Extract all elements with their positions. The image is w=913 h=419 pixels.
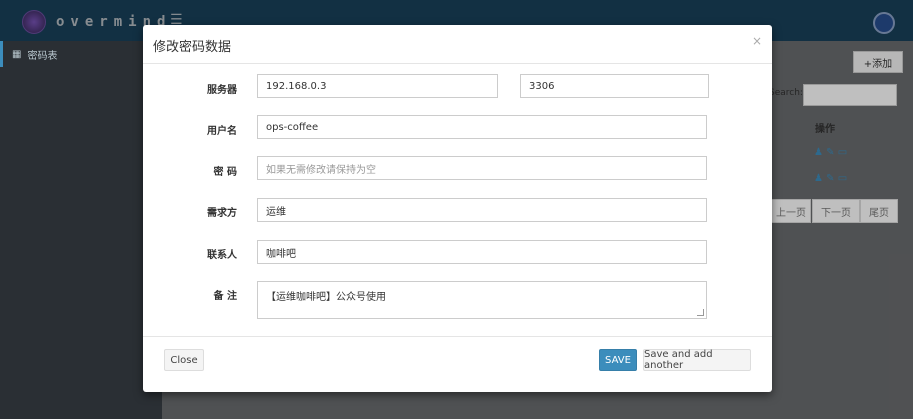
edit-password-modal: 修改密码数据 × 服务器 192.168.0.3 3306 用户名 ops-co… bbox=[143, 25, 772, 392]
sidebar-item-label: 密码表 bbox=[27, 51, 58, 62]
row-action-icons[interactable]: ♟ ✎ ▭ bbox=[814, 147, 847, 158]
pagination-prev[interactable]: 上一页 bbox=[771, 199, 811, 223]
server-value: 192.168.0.3 bbox=[266, 80, 327, 92]
save-and-add-another-button[interactable]: Save and add another bbox=[643, 349, 751, 371]
username-field[interactable]: ops-coffee bbox=[257, 115, 707, 139]
modal-header: 修改密码数据 × bbox=[143, 25, 772, 64]
search-input[interactable] bbox=[803, 84, 897, 106]
column-header-actions: 操作 bbox=[815, 124, 835, 135]
modal-title: 修改密码数据 bbox=[153, 40, 232, 55]
add-button[interactable]: +添加 bbox=[853, 51, 903, 73]
sidebar: ▦ 密码表 bbox=[0, 41, 162, 419]
username-label: 用户名 bbox=[207, 126, 237, 137]
sidebar-active-indicator bbox=[0, 41, 3, 67]
requester-value: 运维 bbox=[266, 206, 286, 218]
password-field[interactable]: 如果无需修改请保持为空 bbox=[257, 156, 707, 180]
trash-icon[interactable]: ▭ bbox=[838, 173, 847, 184]
edit-icon[interactable]: ✎ bbox=[826, 173, 834, 184]
row-action-icons[interactable]: ♟ ✎ ▭ bbox=[814, 173, 847, 184]
note-value: 【运维咖啡吧】公众号使用 bbox=[266, 292, 386, 303]
port-value: 3306 bbox=[529, 80, 555, 92]
contact-label: 联系人 bbox=[207, 250, 237, 261]
save-button[interactable]: SAVE bbox=[599, 349, 637, 371]
sidebar-item-password-table[interactable]: ▦ 密码表 bbox=[12, 47, 57, 62]
edit-icon[interactable]: ✎ bbox=[826, 147, 834, 158]
requester-field[interactable]: 运维 bbox=[257, 198, 707, 222]
password-placeholder: 如果无需修改请保持为空 bbox=[266, 164, 376, 176]
search-label: Search: bbox=[769, 88, 803, 98]
server-field[interactable]: 192.168.0.3 bbox=[257, 74, 498, 98]
close-icon[interactable]: × bbox=[752, 34, 762, 48]
contact-field[interactable]: 咖啡吧 bbox=[257, 240, 707, 264]
user-icon[interactable]: ♟ bbox=[814, 173, 823, 184]
username-value: ops-coffee bbox=[266, 121, 319, 133]
note-textarea[interactable]: 【运维咖啡吧】公众号使用 bbox=[257, 281, 707, 319]
modal-footer: Close SAVE Save and add another bbox=[143, 336, 772, 393]
requester-label: 需求方 bbox=[207, 208, 237, 219]
password-label: 密 码 bbox=[213, 167, 237, 178]
close-button[interactable]: Close bbox=[164, 349, 204, 371]
trash-icon[interactable]: ▭ bbox=[838, 147, 847, 158]
note-label: 备 注 bbox=[213, 291, 237, 302]
pagination-last[interactable]: 尾页 bbox=[860, 199, 898, 223]
pagination-next[interactable]: 下一页 bbox=[812, 199, 860, 223]
contact-value: 咖啡吧 bbox=[266, 248, 296, 260]
port-field[interactable]: 3306 bbox=[520, 74, 709, 98]
table-icon: ▦ bbox=[12, 49, 22, 60]
server-label: 服务器 bbox=[207, 85, 237, 96]
resize-handle-icon[interactable] bbox=[697, 309, 704, 316]
user-icon[interactable]: ♟ bbox=[814, 147, 823, 158]
